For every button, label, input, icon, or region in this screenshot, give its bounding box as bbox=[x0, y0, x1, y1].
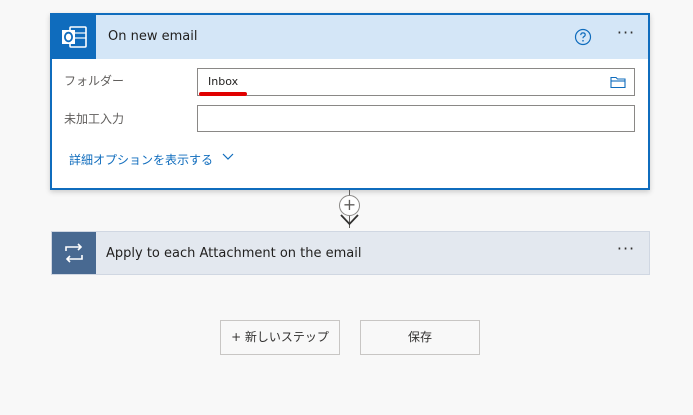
more-options-button[interactable]: ··· bbox=[612, 241, 640, 263]
apply-to-each-card[interactable]: Apply to each Attachment on the email ··… bbox=[51, 231, 650, 275]
save-button[interactable]: 保存 bbox=[360, 320, 480, 355]
highlight-underline bbox=[199, 92, 247, 96]
show-advanced-options-link[interactable]: 詳細オプションを表示する bbox=[69, 151, 213, 168]
trigger-header[interactable]: On new email ··· bbox=[52, 15, 648, 59]
outlook-icon bbox=[52, 15, 96, 59]
folder-icon[interactable] bbox=[610, 75, 626, 89]
folder-field[interactable]: Inbox bbox=[197, 68, 635, 96]
trigger-card-on-new-email[interactable]: On new email ··· フォルダー Inbox 未加工入力 詳細オプシ… bbox=[50, 13, 650, 190]
chevron-down-icon[interactable] bbox=[222, 153, 234, 161]
raw-input-field[interactable] bbox=[197, 105, 635, 132]
insert-step-button[interactable]: + bbox=[339, 195, 360, 216]
trigger-title: On new email bbox=[108, 29, 198, 44]
help-icon[interactable] bbox=[574, 28, 592, 46]
raw-input-label: 未加工入力 bbox=[64, 112, 125, 126]
folder-label: フォルダー bbox=[64, 74, 125, 88]
more-options-button[interactable]: ··· bbox=[612, 25, 640, 47]
apply-to-each-title: Apply to each Attachment on the email bbox=[106, 246, 362, 261]
new-step-button[interactable]: + 新しいステップ bbox=[220, 320, 340, 355]
arrow-down-icon bbox=[340, 214, 359, 226]
folder-value: Inbox bbox=[208, 75, 239, 88]
loop-icon bbox=[52, 232, 96, 274]
